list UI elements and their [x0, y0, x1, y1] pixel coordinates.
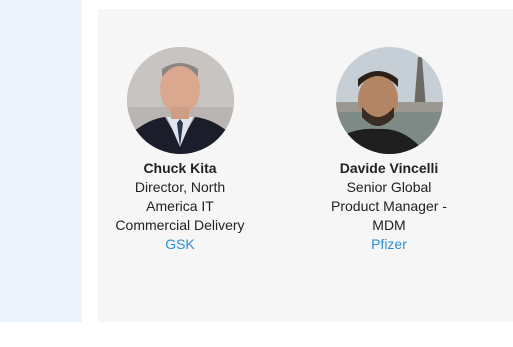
avatar [126, 47, 234, 154]
speaker-card-chuck-kita: Chuck Kita Director, North America IT Co… [110, 47, 250, 254]
speaker-name: Chuck Kita [143, 160, 217, 176]
speaker-card-davide-vincelli: Davide Vincelli Senior Global Product Ma… [319, 47, 459, 254]
speaker-company-link[interactable]: GSK [110, 235, 250, 254]
speaker-name: Davide Vincelli [339, 160, 439, 176]
speaker-title-line: MDM [372, 217, 406, 233]
speaker-title-line: Senior Global [346, 179, 432, 195]
speaker-photo [335, 47, 443, 154]
speaker-photo [126, 47, 234, 154]
speaker-title-line: Director, North [134, 179, 226, 195]
speaker-title-line: Product Manager - [331, 198, 447, 214]
speaker-title-line: Commercial Delivery [115, 217, 245, 233]
speaker-title-line: America IT [146, 198, 214, 214]
speaker-company-link[interactable]: Pfizer [319, 235, 459, 254]
avatar [335, 47, 443, 154]
left-panel [0, 0, 82, 322]
